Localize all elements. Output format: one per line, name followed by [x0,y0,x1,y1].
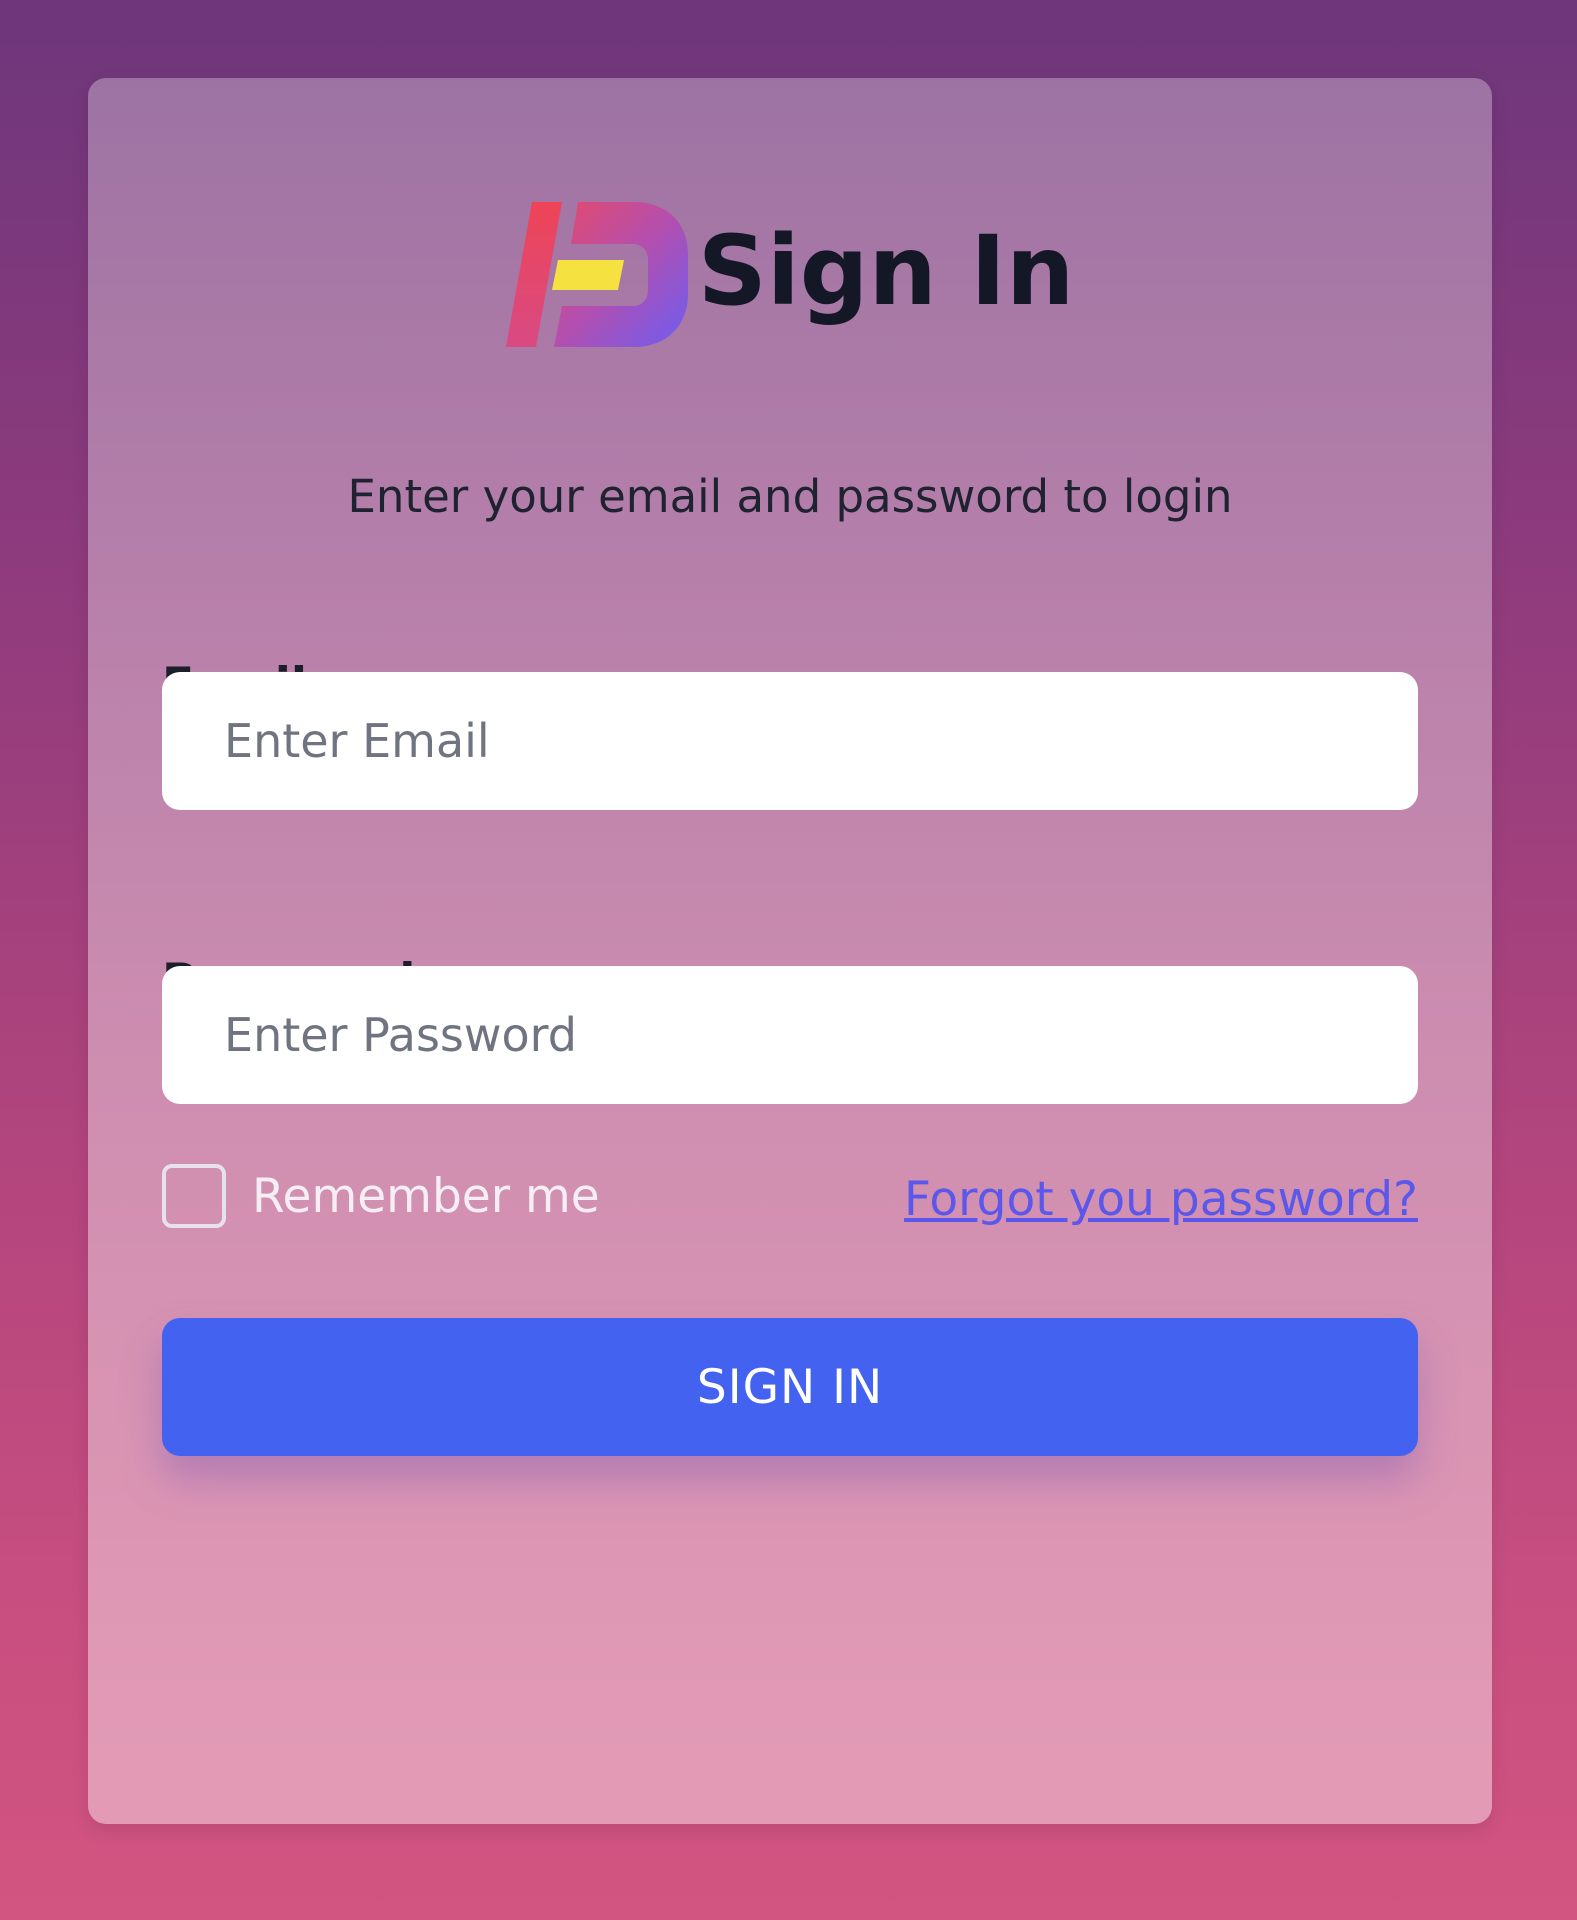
sign-in-button[interactable]: SIGN IN [162,1318,1418,1456]
login-card: Sign In Enter your email and password to… [88,78,1492,1824]
remember-me-toggle[interactable]: Remember me [162,1164,600,1228]
forgot-password-link[interactable]: Forgot you password? [904,1172,1418,1227]
page-title: Sign In [697,214,1075,327]
brand-logo-icon [505,202,688,347]
password-input[interactable] [162,966,1418,1104]
remember-me-label: Remember me [252,1168,600,1224]
remember-me-checkbox[interactable] [162,1164,226,1228]
page-subtitle: Enter your email and password to login [347,470,1233,523]
header: Sign In [88,194,1492,347]
email-input[interactable] [162,672,1418,810]
